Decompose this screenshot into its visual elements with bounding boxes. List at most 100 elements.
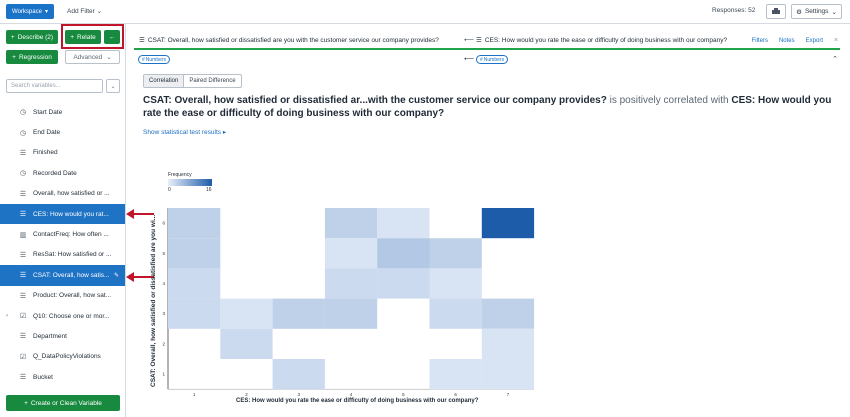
tab-csat[interactable]: ☰ CSAT: Overall, how satisfied or dissat… xyxy=(139,36,439,45)
heatmap-cell[interactable] xyxy=(168,268,221,299)
export-link[interactable]: Export xyxy=(806,38,823,44)
gear-icon: ⚙ xyxy=(796,8,802,16)
plus-icon: + xyxy=(10,33,15,41)
variable-tab-bar: ☰ CSAT: Overall, how satisfied or dissat… xyxy=(134,33,840,50)
heatmap-cell[interactable] xyxy=(429,359,482,390)
list-icon: ☰ xyxy=(19,211,27,219)
show-stats-label: Show statistical test results xyxy=(143,129,222,136)
chevron-down-icon: ⌄ xyxy=(110,83,116,90)
chevron-right-icon[interactable]: › xyxy=(6,313,8,319)
list-item[interactable]: ◷ Start Date xyxy=(0,102,125,122)
heatmap-cell[interactable] xyxy=(377,208,430,239)
y-tick-label: 1 xyxy=(162,372,165,377)
variable-label: ResSat: How satisfied or ... xyxy=(33,251,112,259)
list-item-selected[interactable]: ☰ CSAT: Overall, how satis... ✎ xyxy=(0,265,125,286)
swap-arrow-icon[interactable]: ⟵ xyxy=(464,55,474,63)
clock-icon: ◷ xyxy=(19,109,27,117)
regression-label: Regression xyxy=(18,53,52,61)
list-item[interactable]: ☰ ResSat: How satisfied or ... xyxy=(0,245,125,265)
collapse-icon[interactable]: ⌃ xyxy=(832,55,838,63)
list-icon: ☰ xyxy=(19,190,27,198)
heatmap-cell[interactable] xyxy=(324,268,378,299)
filters-link[interactable]: Filters xyxy=(752,38,768,44)
variable-label: CSAT: Overall, how satis... xyxy=(33,271,110,279)
list-item[interactable]: ☰ Finished xyxy=(0,143,125,163)
tab-ces[interactable]: ☰ CES: How would you rate the ease or di… xyxy=(476,36,727,45)
heatmap-cell[interactable] xyxy=(481,328,535,359)
list-icon: ☰ xyxy=(476,37,482,44)
heatmap-cell[interactable] xyxy=(429,268,482,299)
heatmap-cell[interactable] xyxy=(324,298,378,329)
y-tick-label: 4 xyxy=(162,281,165,286)
heatmap-cell[interactable] xyxy=(220,328,273,359)
x-tick-label: 3 xyxy=(297,392,300,397)
numbers-badge-right[interactable]: # Numbers xyxy=(476,55,509,64)
heatmap-cell[interactable] xyxy=(168,298,221,329)
list-item[interactable]: ▥ ContactFreq: How often ... xyxy=(0,224,125,244)
list-item[interactable]: ☰ Overall, how satisfied or ... xyxy=(0,184,125,204)
swap-arrow-icon[interactable]: ⟵ xyxy=(464,36,474,44)
variable-list: ◷ Start Date ◷ End Date ☰ Finished ◷ Rec… xyxy=(0,102,125,387)
regression-button[interactable]: + Regression xyxy=(6,50,58,64)
list-item[interactable]: ☰ Bucket xyxy=(0,367,125,387)
list-item[interactable]: ◷ Recorded Date xyxy=(0,163,125,183)
describe-label: Describe (2) xyxy=(17,33,54,41)
list-icon: ☰ xyxy=(19,292,27,300)
heatmap-cell[interactable] xyxy=(377,238,430,269)
heatmap-cell[interactable] xyxy=(168,238,221,269)
x-tick-label: 1 xyxy=(193,392,196,397)
create-variable-button[interactable]: + Create or Clean Variable xyxy=(6,395,120,411)
heatmap-cell[interactable] xyxy=(220,298,273,329)
heatmap-cell[interactable] xyxy=(272,298,325,329)
describe-button[interactable]: + Describe (2) xyxy=(6,30,58,44)
variable-label: Department xyxy=(33,332,67,340)
search-options-button[interactable]: ⌄ xyxy=(106,79,120,93)
wrench-icon[interactable]: ✎ xyxy=(114,272,119,279)
numbers-badge-left[interactable]: # Numbers xyxy=(138,55,171,64)
heatmap-cell[interactable] xyxy=(377,268,430,299)
analysis-toggle: Correlation Paired Difference xyxy=(143,74,242,88)
heatmap-cell[interactable] xyxy=(324,238,378,269)
notes-link[interactable]: Notes xyxy=(779,38,795,44)
heatmap-cell[interactable] xyxy=(324,208,378,239)
x-tick-label: 4 xyxy=(350,392,353,397)
advanced-label: Advanced xyxy=(73,53,103,61)
hash-icon: # xyxy=(480,56,483,63)
legend-max: 16 xyxy=(206,187,212,193)
show-stats-link[interactable]: Show statistical test results ▸ xyxy=(143,128,226,136)
list-item[interactable]: › ☑ Q10: Choose one or mor... xyxy=(0,306,125,326)
settings-button[interactable]: ⚙ Settings ⌄ xyxy=(791,4,842,19)
create-variable-label: Create or Clean Variable xyxy=(30,399,102,407)
list-item[interactable]: ☑ Q_DataPolicyViolations xyxy=(0,347,125,367)
list-item[interactable]: ◷ End Date xyxy=(0,122,125,142)
advanced-button[interactable]: Advanced ⌄ xyxy=(65,50,120,64)
print-button[interactable] xyxy=(766,4,786,19)
legend-title: Frequency xyxy=(168,172,192,178)
search-input[interactable]: Search variables... xyxy=(6,79,103,93)
variable-label: Start Date xyxy=(33,108,63,116)
heatmap-cell[interactable] xyxy=(481,298,535,329)
sidebar: + Describe (2) + Relate ← + Regression A… xyxy=(0,24,126,417)
variable-label: Product: Overall, how sat... xyxy=(33,292,112,300)
legend-min: 0 xyxy=(168,187,171,193)
heatmap-cell[interactable] xyxy=(481,208,535,239)
tab-paired-difference[interactable]: Paired Difference xyxy=(184,75,240,87)
heatmap-cell[interactable] xyxy=(481,359,535,390)
variable-label: End Date xyxy=(33,129,61,137)
tab-correlation[interactable]: Correlation xyxy=(144,75,185,87)
heatmap-cell[interactable] xyxy=(168,208,221,239)
add-filter-button[interactable]: Add Filter ⌄ xyxy=(67,7,102,15)
variable-label: Q_DataPolicyViolations xyxy=(33,353,101,361)
list-item[interactable]: ☰ Department xyxy=(0,326,125,346)
clock-icon: ◷ xyxy=(19,170,27,178)
workspace-label: Workspace xyxy=(12,8,42,15)
list-item[interactable]: ☰ Product: Overall, how sat... xyxy=(0,286,125,306)
list-item-selected[interactable]: ☰ CES: How would you rat... xyxy=(0,203,125,225)
numbers-badge-label: Numbers xyxy=(145,56,167,63)
close-icon[interactable]: × xyxy=(834,37,838,44)
heatmap-cell[interactable] xyxy=(429,238,482,269)
heatmap-cell[interactable] xyxy=(429,298,482,329)
workspace-button[interactable]: Workspace ▾ xyxy=(6,4,54,19)
legend-gradient xyxy=(168,179,212,186)
heatmap-cell[interactable] xyxy=(272,359,325,390)
